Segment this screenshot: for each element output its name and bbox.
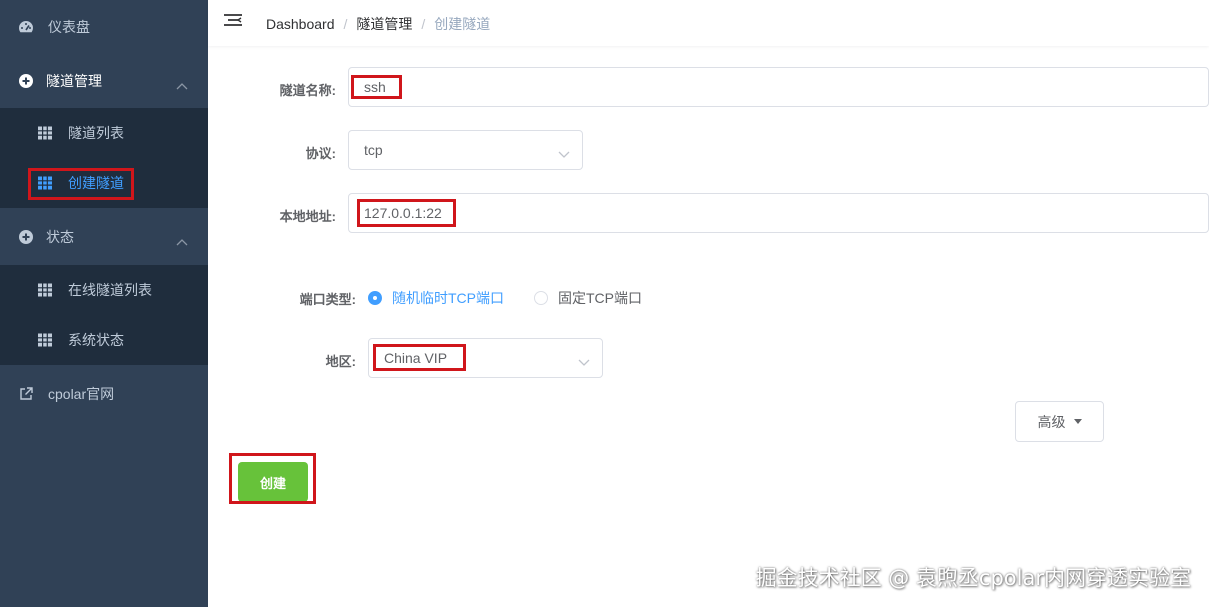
caret-down-icon (1073, 419, 1082, 424)
tunnel-name-input[interactable]: ssh (348, 67, 1209, 107)
submenu-item-online-tunnels[interactable]: 在线隧道列表 (0, 265, 208, 315)
protocol-select[interactable]: tcp (348, 130, 583, 170)
breadcrumb-current: 创建隧道 (434, 16, 491, 32)
submenu-label-system-status: 系统状态 (68, 332, 124, 348)
menu-label-cpolar-site: cpolar官网 (48, 386, 115, 402)
sidebar: 仪表盘 隧道管理 隧道列表 创建隧道 状态 在线隧道列表 系统状态 cpolar… (0, 0, 208, 607)
radio-random-tcp-port[interactable]: 随机临时TCP端口 (368, 288, 504, 308)
top-navbar: Dashboard / 隧道管理 / 创建隧道 (208, 0, 1209, 46)
tunnel-name-label: 隧道名称: (279, 83, 336, 98)
plus-circle-icon (18, 229, 34, 245)
menu-label-dashboard: 仪表盘 (48, 19, 90, 35)
breadcrumb: Dashboard / 隧道管理 / 创建隧道 (266, 14, 490, 34)
region-value: China VIP (384, 350, 448, 366)
region-select[interactable]: China VIP (368, 338, 603, 378)
chevron-up-icon (176, 77, 188, 90)
advanced-button-label: 高级 (1037, 413, 1066, 430)
submenu-item-create-tunnel[interactable]: 创建隧道 (0, 158, 208, 208)
create-button-label: 创建 (259, 475, 286, 491)
region-label: 地区: (325, 354, 356, 369)
chevron-down-icon (578, 354, 590, 366)
chevron-down-icon (558, 146, 570, 158)
hamburger-fold-icon[interactable] (224, 13, 242, 29)
menu-item-tunnel-management[interactable]: 隧道管理 (0, 54, 208, 108)
submenu-label-tunnel-list: 隧道列表 (68, 125, 124, 141)
protocol-value: tcp (364, 142, 383, 158)
submenu-label-create-tunnel: 创建隧道 (68, 175, 124, 191)
breadcrumb-separator: / (421, 16, 426, 32)
chevron-up-icon (176, 233, 188, 246)
radio-button-checked (368, 291, 382, 305)
radio-label-random-tcp-port: 随机临时TCP端口 (392, 290, 504, 306)
radio-label-fixed-tcp-port: 固定TCP端口 (558, 290, 642, 306)
table-grid-icon (38, 283, 52, 297)
plus-circle-icon (18, 73, 34, 89)
advanced-dropdown-button[interactable]: 高级 (1015, 401, 1104, 442)
create-button[interactable]: 创建 (238, 462, 308, 502)
menu-item-dashboard[interactable]: 仪表盘 (0, 0, 208, 54)
tunnel-name-value: ssh (364, 79, 386, 95)
table-grid-icon (38, 333, 52, 347)
menu-item-status[interactable]: 状态 (0, 210, 208, 264)
local-address-input[interactable]: 127.0.0.1:22 (348, 193, 1209, 233)
port-type-label: 端口类型: (299, 292, 356, 307)
table-grid-icon (38, 126, 52, 140)
local-address-label: 本地地址: (279, 209, 336, 224)
submenu-item-tunnel-list[interactable]: 隧道列表 (0, 108, 208, 158)
radio-fixed-tcp-port[interactable]: 固定TCP端口 (534, 288, 642, 308)
table-grid-icon (38, 176, 52, 190)
submenu-item-system-status[interactable]: 系统状态 (0, 315, 208, 365)
local-address-value: 127.0.0.1:22 (364, 205, 442, 221)
breadcrumb-tunnel-management[interactable]: 隧道管理 (356, 14, 412, 34)
breadcrumb-dashboard[interactable]: Dashboard (266, 16, 335, 32)
dashboard-gauge-icon (18, 19, 34, 35)
menu-label-status: 状态 (46, 229, 74, 245)
external-link-icon (18, 386, 34, 402)
breadcrumb-separator: / (343, 16, 348, 32)
menu-item-cpolar-site[interactable]: cpolar官网 (0, 367, 208, 421)
submenu-label-online-tunnels: 在线隧道列表 (68, 282, 152, 298)
protocol-label: 协议: (305, 146, 336, 161)
radio-button-unchecked (534, 291, 548, 305)
menu-label-tunnel-management: 隧道管理 (46, 73, 102, 89)
watermark: 掘金技术社区 @ 袁煦丞cpolar内网穿透实验室 (755, 566, 1191, 590)
